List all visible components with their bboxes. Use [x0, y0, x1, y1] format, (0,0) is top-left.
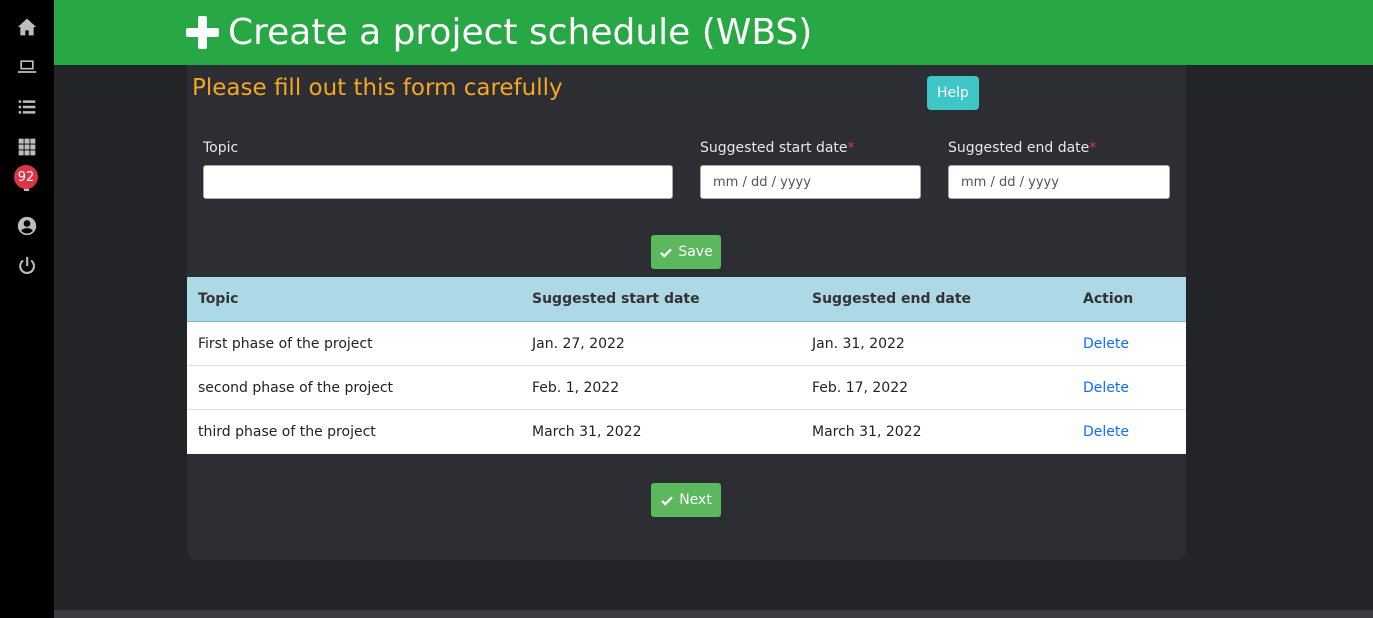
topic-label: Topic — [203, 140, 238, 156]
form-heading: Please fill out this form carefully — [192, 75, 563, 101]
save-button-label: Save — [678, 244, 713, 260]
save-button[interactable]: Save — [651, 235, 721, 269]
column-header-start: Suggested start date — [532, 291, 700, 307]
delete-link[interactable]: Delete — [1083, 424, 1129, 440]
footer-strip — [54, 610, 1373, 618]
cell-start: Jan. 27, 2022 — [532, 336, 625, 352]
page-title: Create a project schedule (WBS) — [186, 10, 812, 54]
topic-input[interactable] — [216, 174, 660, 190]
cell-end: Jan. 31, 2022 — [812, 336, 905, 352]
start-date-input[interactable]: mm / dd / yyyy — [700, 165, 921, 199]
required-mark: * — [847, 140, 855, 156]
end-date-input[interactable]: mm / dd / yyyy — [948, 165, 1170, 199]
laptop-icon[interactable] — [15, 55, 39, 79]
user-circle-icon[interactable] — [15, 214, 39, 238]
power-icon[interactable] — [15, 254, 39, 278]
cell-topic: First phase of the project — [198, 336, 373, 352]
table-body: First phase of the project Jan. 27, 2022… — [187, 322, 1186, 454]
topic-input-wrapper — [203, 165, 673, 199]
plus-icon — [186, 15, 219, 49]
home-icon[interactable] — [15, 15, 39, 39]
next-button[interactable]: Next — [651, 483, 721, 517]
grid-icon[interactable] — [15, 135, 39, 159]
delete-link[interactable]: Delete — [1083, 380, 1129, 396]
column-header-topic: Topic — [198, 291, 239, 307]
end-date-placeholder: mm / dd / yyyy — [961, 174, 1059, 190]
column-header-action: Action — [1083, 291, 1134, 307]
topic-label-text: Topic — [203, 140, 239, 156]
cell-topic: third phase of the project — [198, 424, 376, 440]
cell-end: March 31, 2022 — [812, 424, 922, 440]
start-date-placeholder: mm / dd / yyyy — [713, 174, 811, 190]
end-date-label: Suggested end date* — [948, 140, 1096, 156]
required-mark: * — [1089, 140, 1097, 156]
table-header: Topic Suggested start date Suggested end… — [187, 277, 1186, 322]
end-date-label-text: Suggested end date — [948, 140, 1090, 156]
schedule-table: Topic Suggested start date Suggested end… — [187, 277, 1186, 454]
start-date-label-text: Suggested start date — [700, 140, 848, 156]
cell-start: Feb. 1, 2022 — [532, 380, 620, 396]
help-button[interactable]: Help — [927, 76, 979, 110]
delete-link[interactable]: Delete — [1083, 336, 1129, 352]
page-title-text: Create a project schedule (WBS) — [228, 11, 813, 53]
next-button-label: Next — [679, 492, 712, 508]
table-row: second phase of the project Feb. 1, 2022… — [187, 366, 1186, 410]
column-header-end: Suggested end date — [812, 291, 972, 307]
check-icon — [660, 493, 674, 507]
list-icon[interactable] — [15, 95, 39, 119]
notification-badge[interactable]: 92 — [14, 165, 38, 189]
check-icon — [659, 245, 673, 259]
table-row: First phase of the project Jan. 27, 2022… — [187, 322, 1186, 366]
cell-topic: second phase of the project — [198, 380, 394, 396]
form-panel: Please fill out this form carefully Help… — [187, 65, 1186, 560]
table-row: third phase of the project March 31, 202… — [187, 410, 1186, 454]
start-date-label: Suggested start date* — [700, 140, 855, 156]
sidebar: 92 — [0, 0, 54, 618]
cell-start: March 31, 2022 — [532, 424, 642, 440]
cell-end: Feb. 17, 2022 — [812, 380, 909, 396]
